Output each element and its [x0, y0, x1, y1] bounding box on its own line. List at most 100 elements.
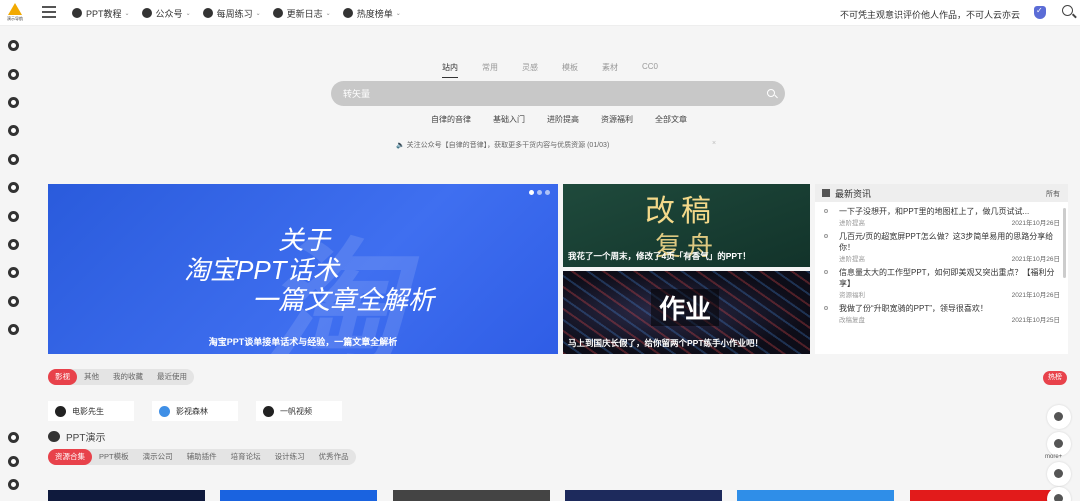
- news-date: 2021年10月26日: [1011, 220, 1060, 227]
- quick-link[interactable]: 资源福利: [601, 114, 633, 125]
- tab-film[interactable]: 影视: [48, 369, 77, 385]
- top-bar: 演示导航 PPT教程 ⌄ 公众号 ⌄ 每周练习 ⌄ 更新日志 ⌄ 热度榜单 ⌄ …: [0, 0, 1080, 26]
- nav-item-update-log[interactable]: 更新日志 ⌄: [272, 7, 331, 20]
- rail-compass-icon[interactable]: [8, 239, 19, 250]
- hot-list-badge[interactable]: 热榜: [1043, 371, 1067, 385]
- tab-favorites[interactable]: 我的收藏: [106, 369, 150, 385]
- tab-other[interactable]: 其他: [77, 369, 106, 385]
- rail-video-icon[interactable]: [8, 324, 19, 335]
- nav-item-wechat[interactable]: 公众号 ⌄: [141, 7, 191, 20]
- logo-text: 演示导航: [7, 16, 23, 21]
- nav-label: PPT教程: [86, 8, 122, 19]
- rail-check-icon[interactable]: [8, 97, 19, 108]
- nav-item-practice[interactable]: 每周练习 ⌄: [202, 7, 261, 20]
- news-meta: 进阶提高 2021年10月26日: [839, 253, 1060, 263]
- thumbnail[interactable]: [48, 490, 205, 501]
- shield-icon[interactable]: [1034, 6, 1046, 19]
- news-all-link[interactable]: 所有: [1046, 189, 1060, 199]
- quick-link[interactable]: 自律的音律: [431, 114, 471, 125]
- tab-design-practice[interactable]: 设计练习: [268, 449, 312, 465]
- news-date: 2021年10月25日: [1011, 317, 1060, 324]
- float-search-button[interactable]: [1047, 405, 1071, 429]
- rail-pen-icon[interactable]: [8, 182, 19, 193]
- tab-forum[interactable]: 培育论坛: [224, 449, 268, 465]
- news-scrollbar[interactable]: [1063, 208, 1066, 278]
- quick-link[interactable]: 进阶提高: [547, 114, 579, 125]
- site-link-card[interactable]: 一帆视频: [256, 401, 342, 421]
- rail-record-icon[interactable]: [8, 154, 19, 165]
- thumbnail[interactable]: [220, 490, 377, 501]
- float-list-button[interactable]: [1047, 462, 1071, 486]
- nav-item-ppt-tutorial[interactable]: PPT教程 ⌄: [72, 7, 130, 20]
- feature-card[interactable]: 改稿 复舟 我花了一个周末，修改了4页「有香气」的PPT！: [563, 184, 810, 267]
- tab-works[interactable]: 优秀作品: [312, 449, 356, 465]
- news-text: 信息量太大的工作型PPT，如何即美观又突出重点？【福利分享】: [839, 268, 1055, 288]
- news-panel: 最新资讯 所有 一下子没想开，和PPT里的地图杠上了，做几页试试... 进阶提高…: [815, 184, 1068, 354]
- rail-globe-icon[interactable]: [8, 125, 19, 136]
- tab-cc0[interactable]: CC0: [642, 62, 658, 78]
- carousel-dot[interactable]: [545, 190, 550, 195]
- notice-text[interactable]: 🔈 关注公众号【自律的音律】，获取更多干货内容与优质资源 (01/03): [396, 142, 609, 149]
- news-title: 最新资讯: [835, 188, 872, 199]
- news-text: 我做了份“升职宽骑的PPT”，领导很喜欢！: [839, 304, 988, 313]
- list-item[interactable]: 一下子没想开，和PPT里的地图杠上了，做几页试试... 进阶提高 2021年10月…: [815, 206, 1060, 227]
- news-text: 一下子没想开，和PPT里的地图杠上了，做几页试试...: [839, 207, 1030, 216]
- wechat-icon: [141, 8, 152, 18]
- thumbnail[interactable]: [393, 490, 550, 501]
- carousel-dot[interactable]: [529, 190, 534, 195]
- tab-plugins[interactable]: 辅助插件: [180, 449, 224, 465]
- feature-card[interactable]: 作业 马上到国庆长假了，给你留两个PPT练手小作业吧！: [563, 271, 810, 354]
- more-link[interactable]: more+: [1045, 454, 1062, 460]
- rail-info-icon[interactable]: [8, 296, 19, 307]
- search-icon[interactable]: [1062, 5, 1073, 16]
- globe-icon: [263, 405, 274, 417]
- card-title: 作业: [651, 289, 720, 326]
- search-icon[interactable]: [767, 89, 775, 97]
- news-date: 2021年10月26日: [1011, 256, 1060, 263]
- arrow-up-icon: [1054, 494, 1063, 501]
- section-title: PPT演示: [48, 429, 105, 444]
- rail-tool-icon[interactable]: [8, 211, 19, 222]
- thumbnail[interactable]: [910, 490, 1067, 501]
- list-item[interactable]: 我做了份“升职宽骑的PPT”，领导很喜欢！ 改稿复盘 2021年10月25日: [815, 303, 1060, 324]
- tab-site[interactable]: 站内: [442, 62, 458, 78]
- category-tabs: 影视 其他 我的收藏 最近使用: [48, 369, 194, 385]
- quick-link[interactable]: 基础入门: [493, 114, 525, 125]
- card-caption: 马上到国庆长假了，给你留两个PPT练手小作业吧！: [568, 338, 764, 348]
- menu-icon[interactable]: [42, 6, 56, 18]
- tab-presentation-company[interactable]: 演示公司: [136, 449, 180, 465]
- float-tag-button[interactable]: [1047, 432, 1071, 456]
- search-input[interactable]: [343, 81, 743, 106]
- rail-user-icon[interactable]: [8, 69, 19, 80]
- news-category: 进阶提高: [839, 220, 865, 227]
- site-link-card[interactable]: 电影先生: [48, 401, 134, 421]
- tab-common[interactable]: 常用: [482, 62, 498, 78]
- close-icon[interactable]: ×: [712, 140, 716, 147]
- tab-recent[interactable]: 最近使用: [150, 369, 194, 385]
- nav-item-hot-list[interactable]: 热度榜单 ⌄: [342, 7, 401, 20]
- list-item[interactable]: 几百元/页的超宽屏PPT怎么做？这3步简单易用的思路分享给你！ 进阶提高 2021…: [815, 231, 1060, 263]
- rail-p-icon[interactable]: [8, 479, 19, 490]
- hero-banner[interactable]: 淘 关于 淘宝PPT话术 一篇文章全解析 淘宝PPT谈单接单话术与经验，一篇文章…: [48, 184, 558, 354]
- quick-link[interactable]: 全部文章: [655, 114, 687, 125]
- carousel-dot[interactable]: [537, 190, 542, 195]
- tab-ppt-template[interactable]: PPT模板: [92, 449, 136, 465]
- practice-icon: [202, 8, 213, 18]
- bullet-icon: [824, 234, 828, 238]
- left-rail: [0, 26, 26, 501]
- tab-inspiration[interactable]: 灵感: [522, 62, 538, 78]
- site-logo[interactable]: 演示导航: [5, 3, 25, 23]
- thumbnail[interactable]: [565, 490, 722, 501]
- rail-chat-icon[interactable]: [8, 267, 19, 278]
- tab-template[interactable]: 模板: [562, 62, 578, 78]
- tab-resource-collection[interactable]: 资源合集: [48, 449, 92, 465]
- rail-home-icon[interactable]: [8, 40, 19, 51]
- thumbnail[interactable]: [737, 490, 894, 501]
- tag-icon: [1054, 439, 1063, 448]
- rail-help-icon[interactable]: [8, 432, 19, 443]
- site-link-card[interactable]: 影视森林: [152, 401, 238, 421]
- tab-material[interactable]: 素材: [602, 62, 618, 78]
- rail-edit-icon[interactable]: [8, 456, 19, 467]
- carousel-dots: [526, 190, 550, 195]
- list-item[interactable]: 信息量太大的工作型PPT，如何即美观又突出重点？【福利分享】 资源福利 2021年…: [815, 267, 1060, 299]
